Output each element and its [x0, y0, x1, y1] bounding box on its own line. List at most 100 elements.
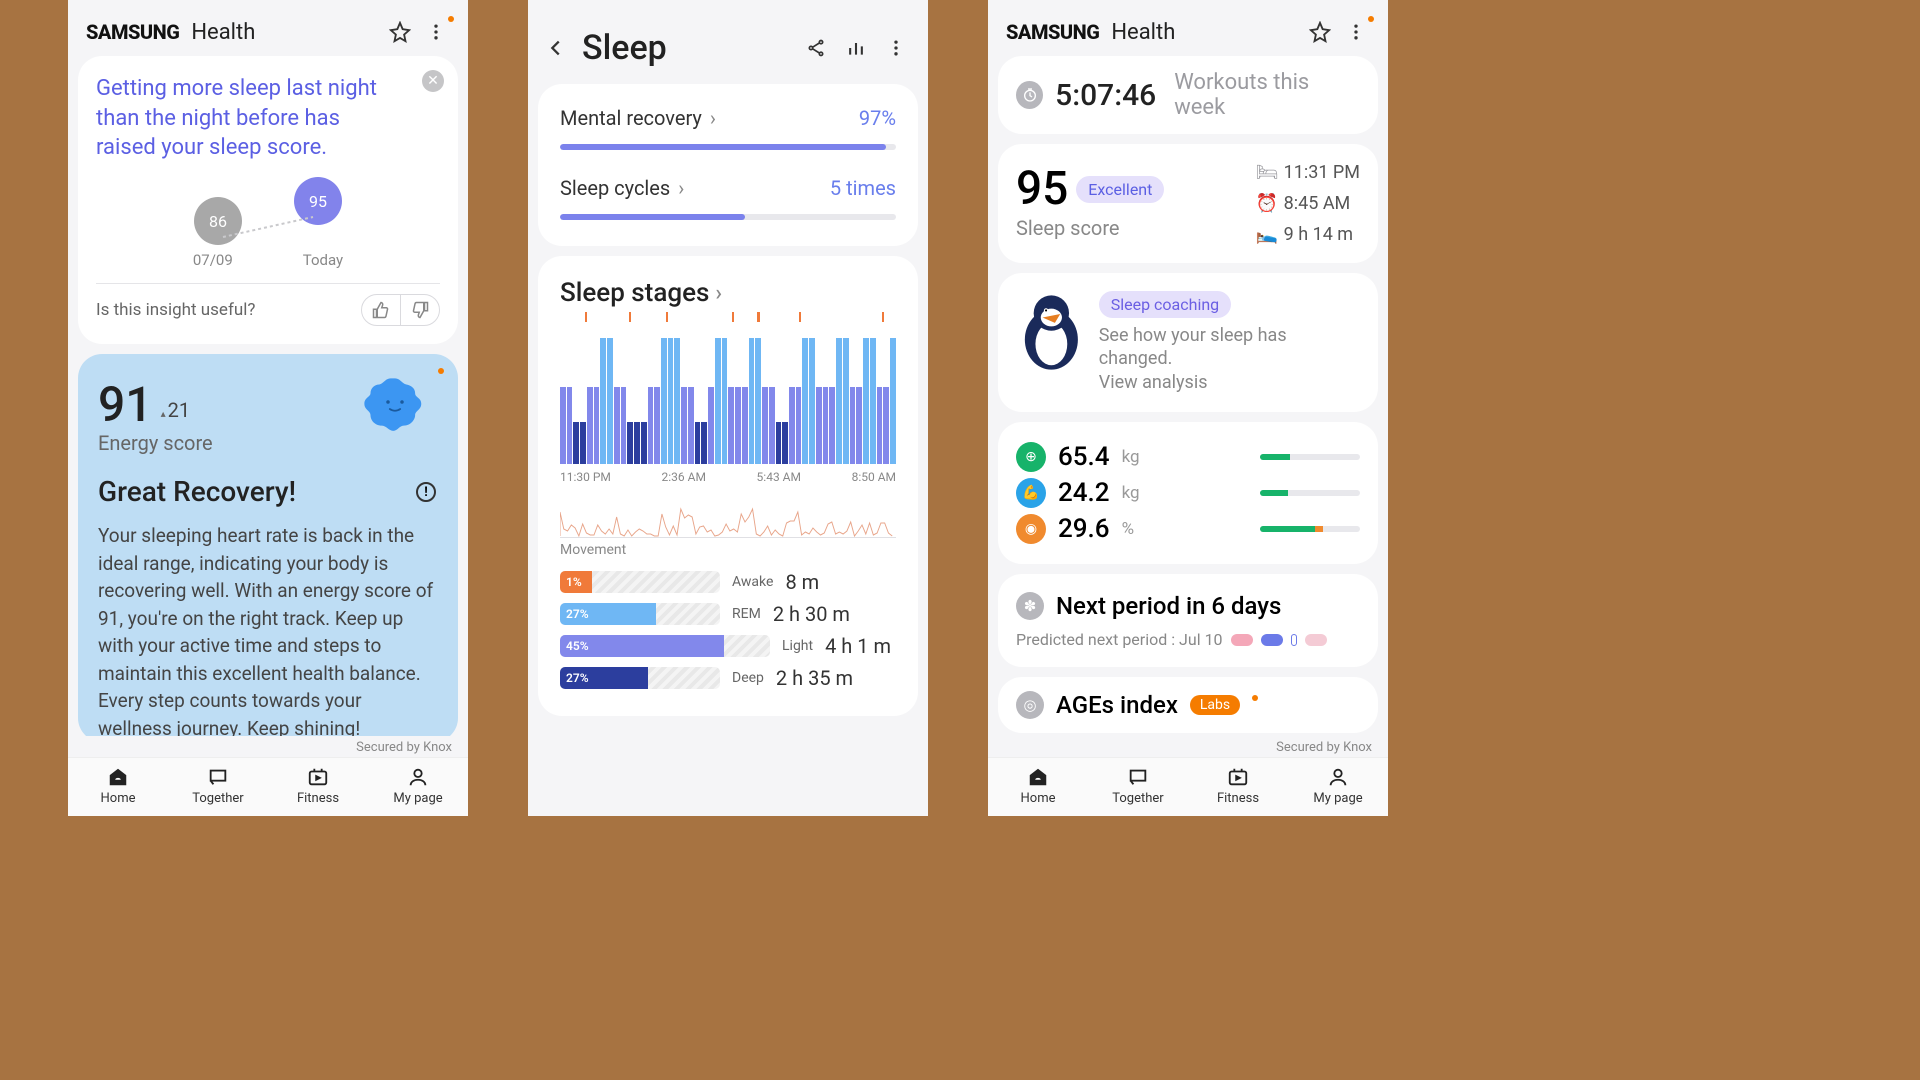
- stopwatch-icon: [1016, 81, 1043, 109]
- stages-title[interactable]: Sleep stages ›: [538, 262, 918, 314]
- bottom-nav: Home Together Fitness My page: [68, 757, 468, 816]
- knox-label: Secured by Knox: [68, 736, 468, 757]
- nav-mypage[interactable]: My page: [368, 766, 468, 806]
- weight-row: ⊕ 65.4 kg: [1016, 442, 1360, 472]
- period-card[interactable]: ✽ Next period in 6 days Predicted next p…: [998, 574, 1378, 667]
- mood-cloud-icon: [360, 374, 430, 434]
- workout-time: 5:07:46: [1055, 78, 1156, 113]
- info-icon[interactable]: !: [416, 482, 436, 502]
- nav-fitness[interactable]: Fitness: [1188, 766, 1288, 806]
- duration-icon: 🛌: [1256, 224, 1274, 245]
- share-icon[interactable]: [802, 34, 830, 62]
- recovery-metrics-card[interactable]: Mental recovery › 97% Sleep cycles › 5 t…: [538, 84, 918, 246]
- chevron-right-icon: ›: [710, 106, 716, 130]
- recovery-title: Great Recovery!: [98, 475, 438, 508]
- coaching-text-1: See how your sleep has changed.: [1099, 324, 1360, 371]
- more-icon[interactable]: [882, 34, 910, 62]
- cycle-pill-2: [1261, 634, 1283, 646]
- thumbs-up-icon[interactable]: [362, 295, 400, 325]
- sleep-header: Sleep: [528, 0, 928, 84]
- nav-home[interactable]: Home: [988, 766, 1088, 806]
- chevron-right-icon: ›: [678, 176, 684, 200]
- app-header: SAMSUNG Health: [988, 0, 1388, 56]
- cycle-pill-3: [1291, 634, 1297, 646]
- sleep-score-badge: Excellent: [1076, 176, 1164, 203]
- useful-question: Is this insight useful?: [96, 300, 361, 320]
- nav-fitness[interactable]: Fitness: [268, 766, 368, 806]
- past-date: 07/09: [193, 251, 233, 269]
- chevron-right-icon: ›: [715, 281, 722, 306]
- energy-delta: 21: [161, 398, 191, 422]
- cycle-pill-1: [1231, 634, 1253, 646]
- sleep-coaching-card[interactable]: Sleep coaching See how your sleep has ch…: [998, 273, 1378, 412]
- weight-icon: ⊕: [1016, 442, 1046, 472]
- energy-value: 91: [98, 376, 153, 433]
- muscle-row: 💪 24.2 kg: [1016, 478, 1360, 508]
- notification-dot: [438, 368, 444, 374]
- workout-label: Workouts this week: [1174, 70, 1360, 120]
- chart-icon[interactable]: [842, 34, 870, 62]
- coaching-text-2: View analysis: [1099, 371, 1360, 394]
- insight-text: Getting more sleep last night than the n…: [96, 74, 396, 163]
- notification-dot: [448, 16, 454, 22]
- notification-dot: [1252, 695, 1258, 701]
- brand-logo: SAMSUNG: [1006, 20, 1099, 44]
- fat-row: ◉ 29.6 %: [1016, 514, 1360, 544]
- app-name: Health: [1111, 20, 1175, 45]
- back-icon[interactable]: [542, 34, 570, 62]
- ages-title: AGEs index: [1056, 691, 1178, 719]
- flower-icon: ✽: [1016, 592, 1044, 620]
- sleep-stages-card[interactable]: Sleep stages › 11:30 PM 2:36 AM 5:43 AM …: [538, 256, 918, 716]
- app-header: SAMSUNG Health: [68, 0, 468, 56]
- period-prediction: Predicted next period : Jul 10: [1016, 630, 1223, 649]
- close-icon[interactable]: ✕: [422, 70, 444, 92]
- favorite-icon[interactable]: [1306, 18, 1334, 46]
- energy-score-card[interactable]: 91 21 Energy score ! Great Recovery! You…: [78, 354, 458, 736]
- penguin-avatar: [1016, 291, 1087, 371]
- stage-rem-row: 27% REM 2 h 30 m: [560, 602, 896, 626]
- stage-deep-row: 27% Deep 2 h 35 m: [560, 666, 896, 690]
- today-label: Today: [303, 251, 343, 269]
- bottom-nav: Home Together Fitness My page: [988, 757, 1388, 816]
- stages-hypnogram: [560, 324, 896, 464]
- stage-light-row: 45% Light 4 h 1 m: [560, 634, 896, 658]
- sleep-cycles-row[interactable]: Sleep cycles › 5 times: [538, 162, 918, 214]
- nav-home[interactable]: Home: [68, 766, 168, 806]
- feedback-buttons: [361, 294, 440, 326]
- nav-together[interactable]: Together: [1088, 766, 1188, 806]
- movement-label: Movement: [560, 542, 896, 558]
- ages-card[interactable]: ◎ AGEs index Labs: [998, 677, 1378, 733]
- score-comparison: 86 95: [96, 183, 440, 245]
- alarm-icon: ⏰: [1256, 193, 1274, 214]
- labs-badge: Labs: [1190, 695, 1240, 715]
- thumbs-down-icon[interactable]: [400, 295, 439, 325]
- coaching-badge: Sleep coaching: [1099, 291, 1231, 318]
- sleep-score-label: Sleep score: [1016, 216, 1164, 240]
- bed-icon: 🛏: [1256, 162, 1274, 183]
- fat-icon: ◉: [1016, 514, 1046, 544]
- target-icon: ◎: [1016, 691, 1044, 719]
- cycle-pill-4: [1305, 634, 1327, 646]
- mental-recovery-row[interactable]: Mental recovery › 97%: [538, 92, 918, 144]
- favorite-icon[interactable]: [386, 18, 414, 46]
- time-axis: 11:30 PM 2:36 AM 5:43 AM 8:50 AM: [560, 470, 896, 484]
- stage-awake-row: 1% Awake 8 m: [560, 570, 896, 594]
- sleep-score-value: 95: [1016, 162, 1068, 216]
- movement-chart: [560, 498, 896, 538]
- more-icon[interactable]: [1342, 18, 1370, 46]
- knox-label: Secured by Knox: [988, 736, 1388, 757]
- sleep-score-card[interactable]: 95 Excellent Sleep score 🛏11:31 PM ⏰8:45…: [998, 144, 1378, 263]
- nav-mypage[interactable]: My page: [1288, 766, 1388, 806]
- muscle-icon: 💪: [1016, 478, 1046, 508]
- insight-card[interactable]: ✕ Getting more sleep last night than the…: [78, 56, 458, 344]
- period-title: Next period in 6 days: [1056, 592, 1281, 620]
- page-title: Sleep: [582, 28, 790, 68]
- brand-logo: SAMSUNG: [86, 20, 179, 44]
- body-composition-card[interactable]: ⊕ 65.4 kg 💪 24.2 kg ◉ 29.6 %: [998, 422, 1378, 564]
- nav-together[interactable]: Together: [168, 766, 268, 806]
- workout-card[interactable]: 5:07:46 Workouts this week: [998, 56, 1378, 134]
- more-icon[interactable]: [422, 18, 450, 46]
- notification-dot: [1368, 16, 1374, 22]
- recovery-body: Your sleeping heart rate is back in the …: [98, 522, 438, 736]
- app-name: Health: [191, 20, 255, 45]
